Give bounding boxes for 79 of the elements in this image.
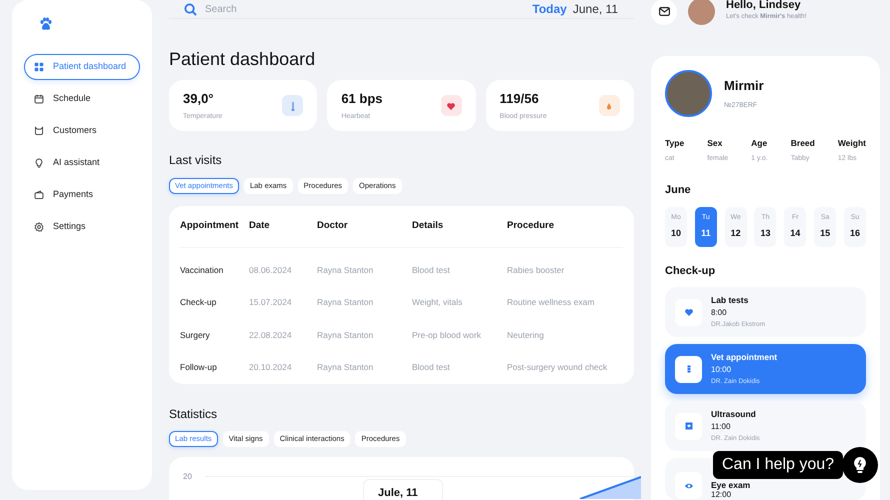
search-icon bbox=[184, 2, 197, 16]
attribute-label: Weight bbox=[838, 137, 866, 150]
table-cell-text: Rayna Stanton bbox=[317, 264, 374, 277]
column-header: Doctor bbox=[317, 219, 349, 234]
section-title: Last visits bbox=[169, 152, 223, 169]
pet-photo-placeholder bbox=[665, 70, 712, 117]
nav-item[interactable]: Patient dashboard bbox=[24, 54, 140, 80]
greeting: Hello, Lindsey bbox=[726, 0, 802, 12]
appointment-time: 11:00 bbox=[711, 422, 732, 431]
appointment-title: Vet appointment bbox=[711, 352, 778, 362]
axis-tick: 20 bbox=[183, 471, 192, 483]
settings-icon bbox=[34, 222, 44, 232]
heart-icon bbox=[440, 95, 462, 116]
mail-icon bbox=[658, 7, 670, 16]
attribute-label: Sex bbox=[707, 137, 724, 150]
lightbulb-icon bbox=[34, 158, 44, 168]
nav-item[interactable]: Customers bbox=[24, 118, 140, 144]
table-cell-text: 22.08.2024 bbox=[249, 328, 293, 342]
section-title: Check-up bbox=[665, 264, 716, 279]
column-header: Procedure bbox=[507, 219, 555, 234]
table-cell-text: Check-up bbox=[180, 296, 218, 310]
patient-name: Mirmir bbox=[724, 76, 764, 94]
stat-value: 61 bps bbox=[341, 90, 383, 108]
table-cell-text: Pre-op blood work bbox=[412, 328, 482, 342]
column-header: Appointment bbox=[180, 219, 240, 234]
appointment-time: 8:00 bbox=[711, 308, 728, 317]
eye-icon bbox=[675, 472, 702, 500]
table-cell-text: Rayna Stanton bbox=[317, 328, 374, 342]
thermometer-icon bbox=[282, 95, 304, 116]
table-cell-text: Surgery bbox=[180, 328, 211, 342]
table-cell-text: Rayna Stanton bbox=[317, 296, 374, 310]
drop-icon bbox=[598, 95, 620, 116]
cat-face-icon bbox=[34, 126, 44, 136]
table-cell-text: Blood test bbox=[412, 361, 451, 374]
search-field[interactable]: Search bbox=[205, 2, 325, 16]
appointment-time: 12:00 bbox=[711, 490, 732, 500]
column-header: Date bbox=[249, 219, 271, 234]
appointment-title: Eye exam bbox=[711, 480, 750, 490]
month-label: June bbox=[665, 183, 692, 198]
appointment-title: Lab tests bbox=[711, 294, 750, 305]
attribute-label: Age bbox=[751, 137, 768, 150]
table-cell-text: 20.10.2024 bbox=[249, 361, 293, 374]
column-header: Details bbox=[412, 219, 444, 234]
assistant-tooltip[interactable]: Can I help you? bbox=[713, 451, 844, 479]
section-title: Statistics bbox=[169, 406, 218, 423]
attribute-label: Type bbox=[665, 137, 684, 150]
table-cell-text: Post-surgery wound check bbox=[507, 361, 608, 374]
calendar-icon bbox=[34, 94, 44, 104]
table-cell-text: 15.07.2024 bbox=[249, 296, 293, 310]
appointment-time: 10:00 bbox=[711, 364, 732, 374]
appointment-title: Ultrasound bbox=[711, 408, 757, 419]
chart-tooltip: Jule, 11 bbox=[363, 479, 443, 500]
table-cell-text: Blood test bbox=[412, 264, 451, 277]
wallet-icon bbox=[34, 190, 44, 200]
nav-item[interactable]: AI assistant bbox=[24, 150, 140, 176]
grid-icon bbox=[34, 62, 44, 72]
table-cell-text: Weight, vitals bbox=[412, 296, 464, 310]
stat-value: 119/56 bbox=[500, 90, 540, 108]
today-date: June, 11 bbox=[572, 1, 618, 18]
table-cell-text: Rayna Stanton bbox=[317, 361, 374, 374]
table-cell-text: 08.06.2024 bbox=[249, 264, 293, 277]
table-cell-text: Routine wellness exam bbox=[507, 296, 596, 310]
stat-value: 39,0° bbox=[183, 90, 215, 108]
table-cell-text: Rabies booster bbox=[507, 264, 566, 277]
page-title: Patient dashboard bbox=[169, 48, 316, 70]
mail-button[interactable] bbox=[651, 0, 677, 24]
monitor-icon bbox=[675, 412, 702, 440]
table-cell-text: Follow-up bbox=[180, 361, 218, 374]
nav-item[interactable]: Settings bbox=[24, 214, 140, 240]
paw-icon bbox=[39, 17, 53, 31]
table-cell-text: Neutering bbox=[507, 328, 545, 342]
today-label: Today bbox=[532, 1, 567, 18]
nav-item[interactable]: Payments bbox=[24, 182, 140, 208]
bulb-icon bbox=[854, 457, 866, 473]
table-cell-text: Vaccination bbox=[180, 264, 224, 277]
avatar[interactable] bbox=[688, 0, 715, 25]
list-icon bbox=[675, 356, 702, 383]
nav-item[interactable]: Schedule bbox=[24, 86, 140, 112]
attribute-label: Breed bbox=[790, 137, 815, 150]
